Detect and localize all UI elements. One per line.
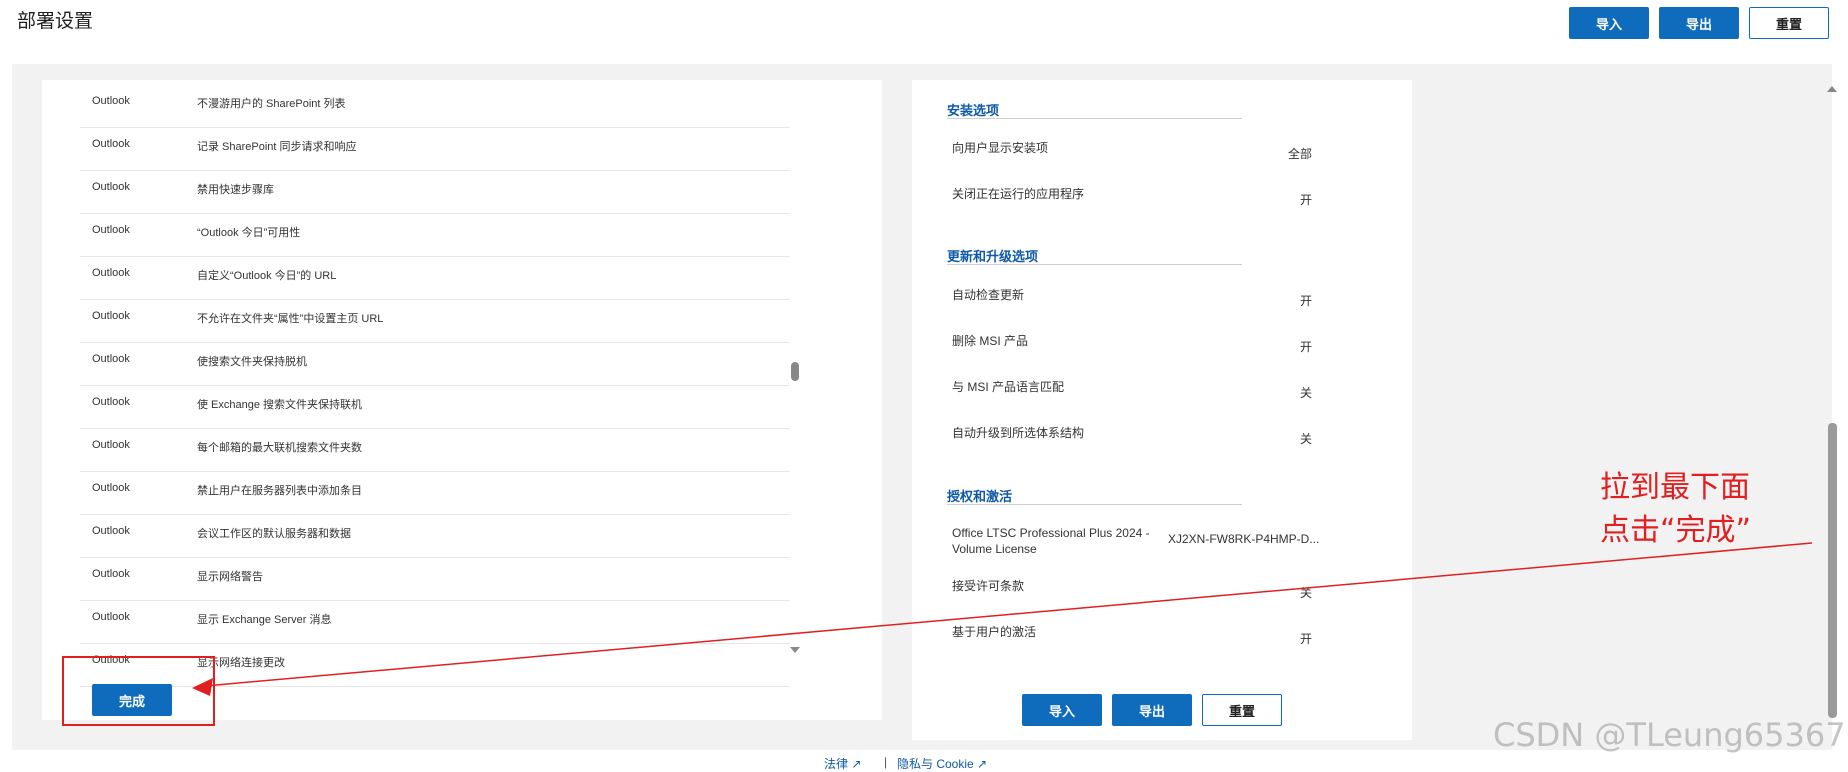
annotation-arrow [192, 542, 1813, 696]
annotation-line1: 拉到最下面 [1600, 470, 1750, 505]
watermark: CSDN @TLeung65367 [1493, 716, 1846, 754]
annotation-line2: 点击“完成” [1600, 513, 1752, 548]
annotation-text: 拉到最下面 点击“完成” [1600, 466, 1751, 552]
